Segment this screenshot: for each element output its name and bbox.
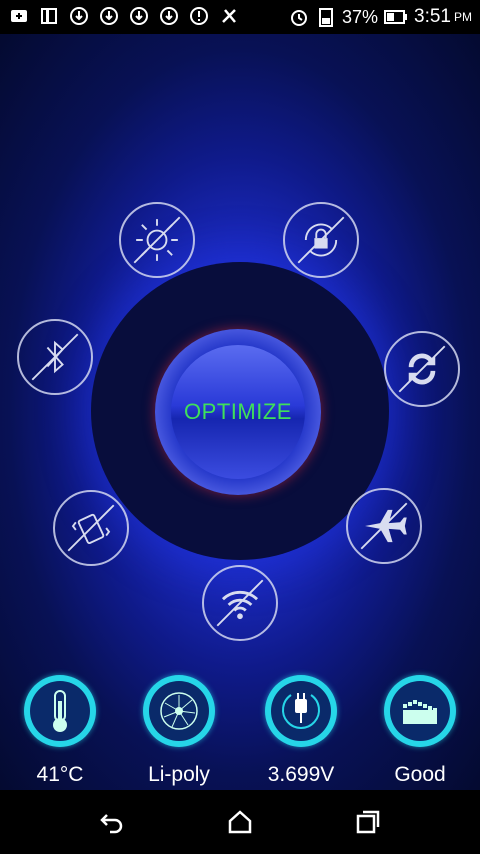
stat-health: Good (365, 675, 475, 787)
optimize-button[interactable]: OPTIMIZE (155, 329, 321, 495)
stat-voltage: 3.699V (246, 675, 356, 787)
optimize-label: OPTIMIZE (184, 399, 292, 424)
battery-stats: 41°C Li-poly 3.699V Good (0, 675, 480, 790)
alarm-icon (290, 10, 307, 26)
sync-icon (398, 345, 446, 393)
stat-battery-type: Li-poly (124, 675, 234, 787)
alert-icon (190, 7, 208, 25)
rotate-lock-icon (297, 216, 345, 264)
health-value: Good (394, 763, 446, 786)
temperature-value: 41°C (36, 763, 84, 786)
thermometer-icon (30, 681, 90, 741)
sync-download-icon (130, 7, 148, 25)
recents-icon (356, 810, 380, 834)
battery-type-value: Li-poly (148, 763, 210, 786)
stat-ring (384, 675, 456, 747)
sync-download-icon (160, 7, 178, 25)
auto-rotate-toggle[interactable] (283, 202, 359, 278)
sim-icon (41, 8, 57, 24)
notification-icons (8, 5, 240, 27)
home-icon (228, 810, 252, 834)
brightness-toggle[interactable] (119, 202, 195, 278)
airplane-toggle[interactable] (346, 488, 422, 564)
stat-ring (265, 675, 337, 747)
sync-download-icon (70, 7, 88, 25)
voltage-value: 3.699V (267, 763, 335, 786)
clock-ampm: PM (454, 10, 472, 24)
back-icon (100, 814, 123, 834)
sync-toggle[interactable] (384, 331, 460, 407)
airplane-icon (360, 502, 408, 550)
vibrate-toggle[interactable] (53, 490, 129, 566)
battery-icon (384, 10, 408, 24)
plug-icon (271, 681, 331, 741)
battery-cell-icon (149, 681, 209, 741)
optimizer-screen: OPTIMIZE 41°C Li-poly 3.699V Good (0, 34, 480, 790)
bluetooth-toggle[interactable] (17, 319, 93, 395)
brightness-icon (133, 216, 181, 264)
add-box-icon (11, 10, 27, 22)
optimize-button-face: OPTIMIZE (171, 345, 305, 479)
wifi-icon (216, 579, 264, 627)
sync-download-icon (100, 7, 118, 25)
vibrate-icon (67, 504, 115, 552)
navigation-bar (0, 790, 480, 854)
wifi-toggle[interactable] (202, 565, 278, 641)
system-status: 37% 3:51 PM (288, 6, 472, 28)
home-button[interactable] (226, 808, 254, 836)
status-bar: 37% 3:51 PM (0, 0, 480, 34)
bluetooth-icon (31, 333, 79, 381)
battery-saver-icon (318, 8, 333, 27)
battery-percent: 37% (341, 6, 379, 27)
stat-ring (143, 675, 215, 747)
recents-button[interactable] (354, 808, 382, 836)
tools-icon (222, 9, 236, 23)
stat-ring (24, 675, 96, 747)
back-button[interactable] (98, 808, 126, 836)
clock: 3:51 (414, 6, 451, 27)
stat-temperature: 41°C (5, 675, 115, 787)
health-icon (390, 681, 450, 741)
